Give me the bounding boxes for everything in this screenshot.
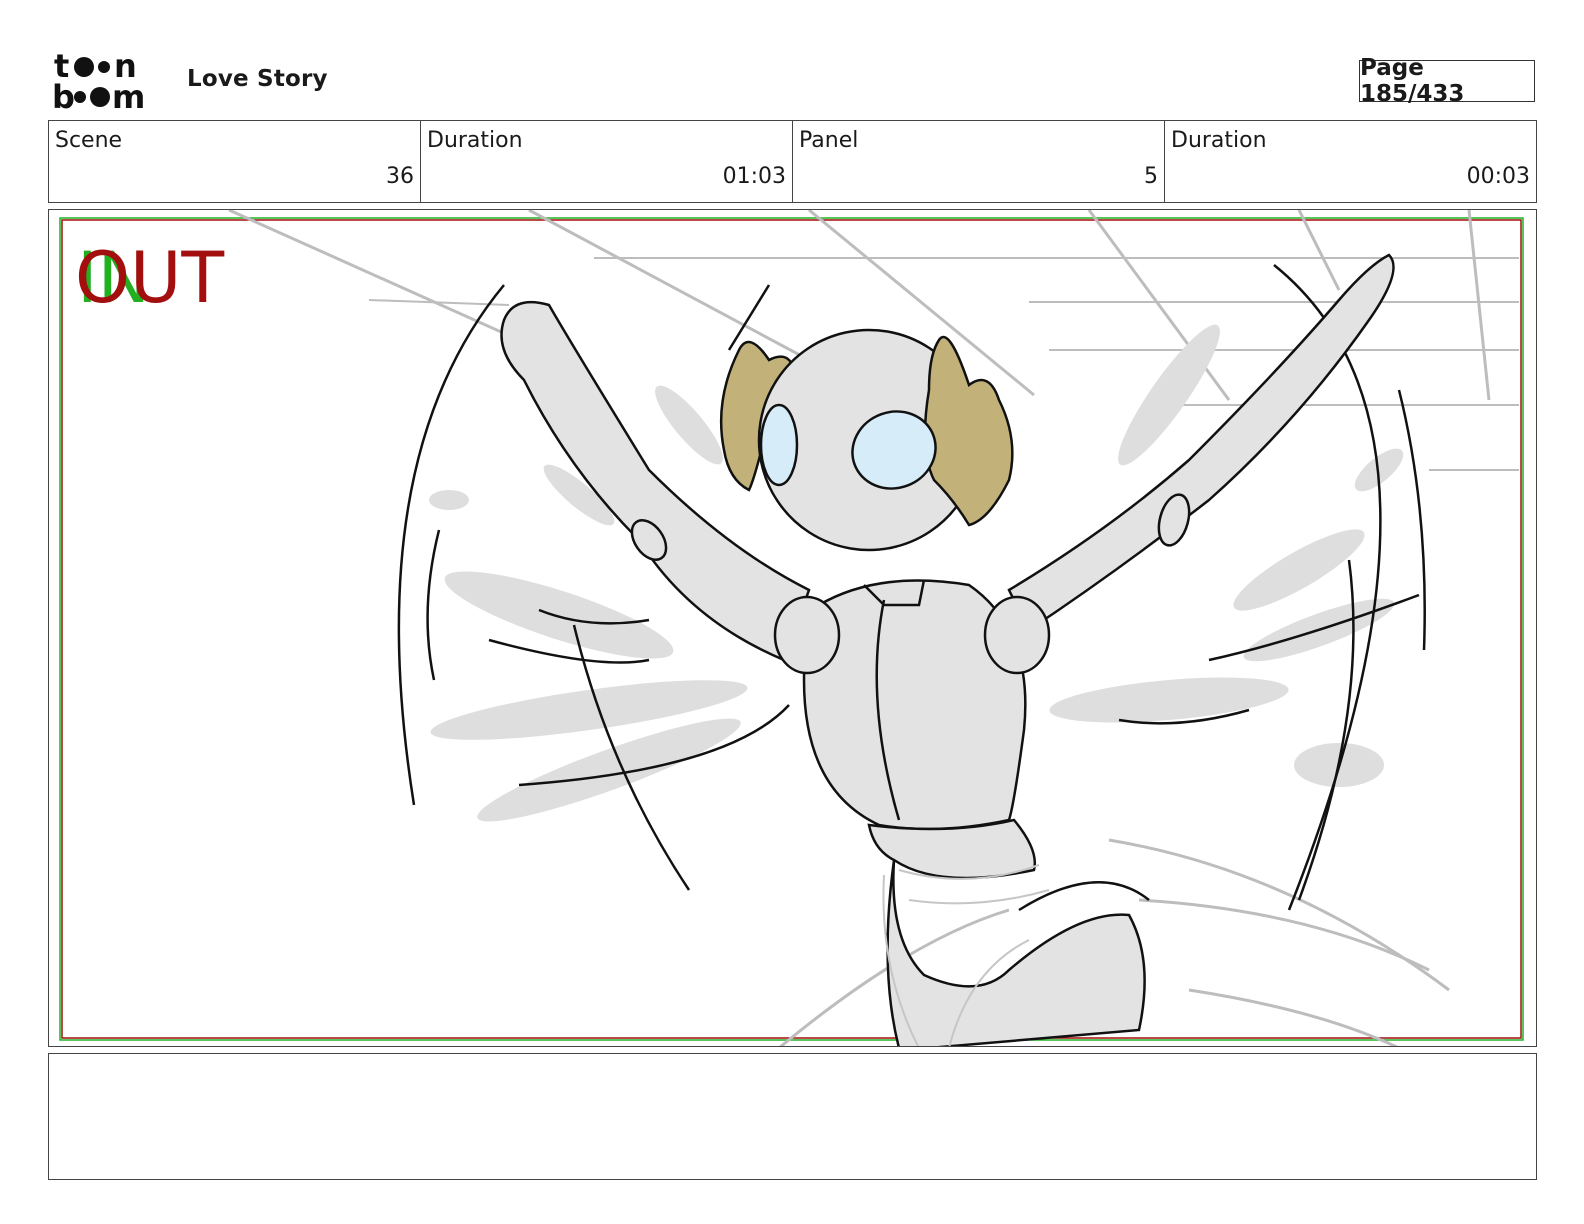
scene-duration-label: Duration [427,128,523,153]
storyboard-panel: IN OUT [48,209,1537,1047]
panel-label: Panel [799,128,859,153]
panel-duration-cell: Duration 00:03 [1165,121,1536,202]
scene-duration-cell: Duration 01:03 [421,121,793,202]
out-marker: OUT [75,237,224,319]
panel-value: 5 [1144,164,1158,189]
scene-cell: Scene 36 [49,121,421,202]
scene-label: Scene [55,128,123,153]
torso [773,579,1051,831]
svg-text:b: b [52,78,75,112]
svg-text:m: m [112,78,145,112]
toon-boom-logo: t n b m [52,50,145,112]
right-arm [1007,253,1395,632]
panel-cell: Panel 5 [793,121,1165,202]
panel-drawing: IN OUT [59,210,1524,1046]
panel-duration-label: Duration [1171,128,1267,153]
scene-info-bar: Scene 36 Duration 01:03 Panel 5 Duration… [48,120,1537,203]
character-head [719,284,1014,552]
project-title: Love Story [187,66,328,92]
panel-notes[interactable] [48,1053,1537,1180]
page-indicator: Page 185/433 [1359,55,1535,107]
scene-value: 36 [386,164,414,189]
panel-duration-value: 00:03 [1466,164,1530,189]
hips [867,818,1150,1046]
scene-duration-value: 01:03 [722,164,786,189]
